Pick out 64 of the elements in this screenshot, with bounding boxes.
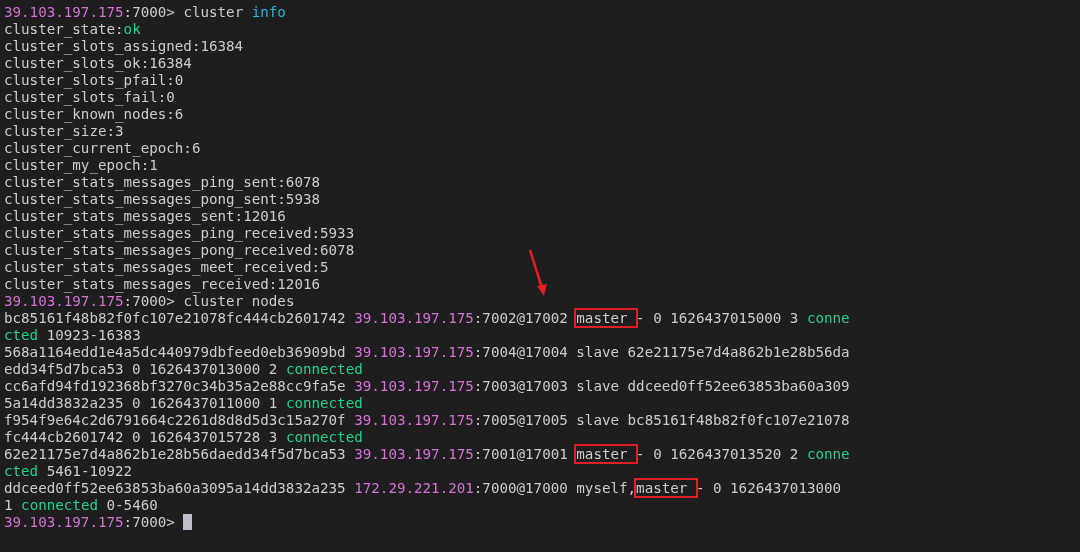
terminal-text: 0-5460 [105,497,158,513]
terminal-text: edd34f5d7bca53 0 1626437013000 2 [4,361,279,377]
terminal-text: :7004@17004 slave 62e21175e7d4a862b1e28b56da [473,344,850,360]
terminal-text: ddceed0ff52ee63853ba60a3095a14dd3832a235 [4,480,347,496]
terminal-text: :7005@17005 slave bc85161f48b82f0fc107e21078 [473,412,850,428]
terminal-text: cluster_slots_pfail:0 [4,72,184,88]
status-text: conne [806,310,850,326]
host-address: 39.103.197.175 [4,514,124,530]
terminal-text: cluster_state: [4,21,124,37]
terminal-text: fc444cb2601742 0 1626437015728 3 [4,429,279,445]
host-address: 39.103.197.175 [4,4,124,20]
terminal-text: bc85161f48b82f0fc107e21078fc444cb2601742 [4,310,347,326]
terminal-text: cluster_stats_messages_sent:12016 [4,208,286,224]
highlighted-role: master [636,480,696,496]
terminal-text: cluster_stats_messages_pong_sent:5938 [4,191,321,207]
highlighted-role: master [576,310,637,326]
terminal-text: - 0 1626437013000 [695,480,842,496]
status-text: cted [4,463,39,479]
terminal-text: :7003@17003 slave ddceed0ff52ee63853ba60a309 [473,378,850,394]
highlighted-role: master [576,446,637,462]
terminal-text: 5a14dd3832a235 0 1626437011000 1 [4,395,279,411]
terminal-text: cluster_slots_fail:0 [4,89,175,105]
terminal-text: cluster_current_epoch:6 [4,140,201,156]
terminal-text: f954f9e64c2d6791664c2261d8d8d5d3c15a270f [4,412,347,428]
terminal-text: 5461-10922 [45,463,133,479]
terminal-text: 568a1164edd1e4a5dc440979dbfeed0eb36909bd [4,344,347,360]
terminal-text: 1 [4,497,14,513]
terminal-text: - 0 1626437015000 3 [636,310,800,326]
terminal-text: cluster_size:3 [4,123,124,139]
terminal-text: cc6afd94fd192368bf3270c34b35a2e88cc9fa5e [4,378,347,394]
status-text: connected [285,395,363,411]
text-cursor [183,514,193,530]
terminal-text: :7000> [123,514,176,530]
terminal-text: :7002@17002 [473,310,569,326]
terminal-text: cluster_slots_ok:16384 [4,55,192,71]
terminal-text: cluster_stats_messages_received:12016 [4,276,321,292]
terminal-text: cluster_stats_messages_meet_received:5 [4,259,329,275]
host-address: 39.103.197.175 [354,344,474,360]
terminal-text: :7001@17001 [473,446,569,462]
terminal-text: cluster_stats_messages_pong_received:6078 [4,242,355,258]
terminal-text: cluster_known_nodes:6 [4,106,184,122]
status-text: connected [21,497,98,513]
terminal-text: cluster_slots_assigned:16384 [4,38,244,54]
terminal-text: cluster_stats_messages_ping_received:5933 [4,225,355,241]
command-keyword: info [251,4,286,20]
status-text: conne [806,446,850,462]
host-address: 39.103.197.175 [354,310,474,326]
status-text: connected [285,429,363,445]
terminal-text: :7000> cluster nodes [123,293,295,309]
terminal-text: cluster_my_epoch:1 [4,157,158,173]
host-address: 39.103.197.175 [354,378,474,394]
host-address: 172.29.221.201 [354,480,474,496]
host-address: 39.103.197.175 [4,293,124,309]
terminal-text: 62e21175e7d4a862b1e28b56daedd34f5d7bca53 [4,446,347,462]
status-text: ok [123,21,141,37]
terminal-text: cluster_stats_messages_ping_sent:6078 [4,174,321,190]
terminal-text: :7000> cluster [123,4,245,20]
status-text: connected [285,361,363,377]
terminal-text: - 0 1626437013520 2 [636,446,800,462]
host-address: 39.103.197.175 [354,412,474,428]
host-address: 39.103.197.175 [354,446,474,462]
status-text: cted [4,327,39,343]
annotation-arrow [526,248,550,298]
terminal-text: 10923-16383 [45,327,141,343]
